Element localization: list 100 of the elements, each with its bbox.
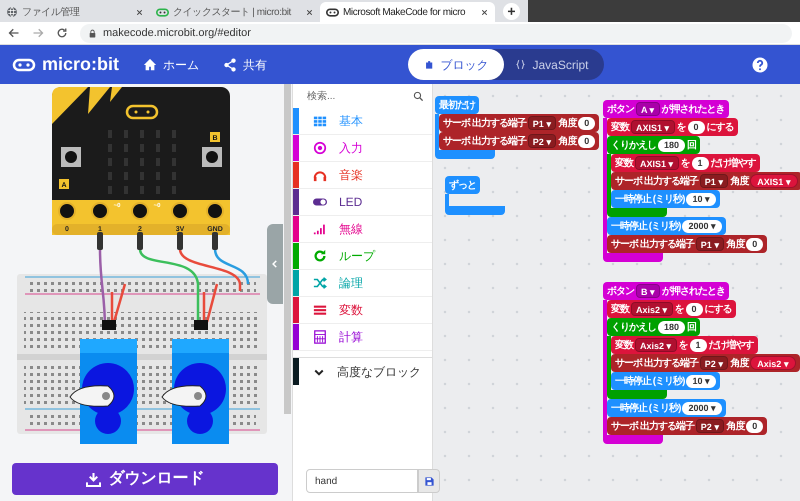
microbit-icon (326, 6, 339, 18)
number-input[interactable]: 0 (686, 302, 703, 316)
home-button[interactable]: ホーム (143, 56, 200, 74)
variable-block[interactable]: 変数 Axis2 ▾ を 0 にする (607, 300, 736, 318)
block-dropdown[interactable]: A ▾ (636, 102, 660, 116)
block-label: 変数 (615, 338, 633, 352)
new-tab-button[interactable]: + (503, 3, 520, 20)
toolbox-category[interactable]: 入力 (293, 135, 432, 162)
block-dropdown[interactable]: P1 ▾ (700, 174, 728, 188)
number-input[interactable]: 180 (658, 320, 686, 334)
number-input[interactable]: 0 (578, 134, 596, 148)
toolbox-category[interactable]: 無線 (293, 216, 432, 243)
number-input[interactable]: 0 (578, 116, 596, 130)
number-input[interactable]: 2000 ▾ (682, 402, 722, 414)
number-input[interactable]: 0 (746, 420, 764, 432)
repeat-block[interactable]: くりかえし 180 回 (607, 136, 700, 154)
loops-category-icon (313, 249, 327, 263)
servo-block[interactable]: サーボ 出力する端子 P1 ▾ 角度 AXIS1 ▾ (611, 172, 800, 190)
reload-icon[interactable] (56, 27, 68, 39)
advanced-blocks-toggle[interactable]: 高度なブロック (293, 357, 432, 385)
block-label: 変数 (611, 120, 629, 134)
block-arm (445, 194, 449, 206)
block-label: 一時停止 (ミリ秒) (611, 220, 680, 234)
block-dropdown[interactable]: AXIS1 ▾ (635, 156, 679, 170)
button-event-block[interactable]: ボタン A ▾ が押されたとき (603, 100, 729, 118)
block-label: にする (706, 120, 734, 134)
radio-category-icon (313, 222, 327, 236)
block-label: 角度 (558, 116, 576, 130)
block-label: にする (704, 302, 732, 316)
number-input[interactable]: 0 (688, 120, 705, 134)
block-label: 角度 (726, 419, 744, 434)
block-label: だけ増やす (710, 156, 756, 170)
close-icon[interactable] (135, 8, 144, 16)
servo-block[interactable]: サーボ 出力する端子 P2 ▾ 角度 Axis2 ▾ (611, 354, 800, 372)
address-field[interactable]: makecode.microbit.org/#editor (80, 24, 792, 42)
block-dropdown[interactable]: AXIS1 ▾ (631, 120, 675, 134)
search-icon[interactable] (413, 90, 424, 102)
number-input[interactable]: 10 ▾ (686, 192, 716, 206)
block-label: 変数 (611, 302, 629, 316)
editor-tab[interactable]: ブロック (408, 49, 504, 80)
close-icon[interactable] (480, 8, 489, 16)
help-icon[interactable] (752, 56, 768, 72)
block-dropdown[interactable]: P2 ▾ (700, 356, 728, 370)
toolbox-category[interactable]: 変数 (293, 297, 432, 324)
toolbox-category[interactable]: LED (293, 189, 432, 216)
number-input[interactable]: 1 (692, 156, 709, 170)
block-label: サーボ 出力する端子 (611, 238, 694, 252)
variable-block[interactable]: 変数 AXIS1 ▾ を 0 にする (607, 118, 738, 136)
repeat-block[interactable]: くりかえし 180 回 (607, 318, 700, 336)
block-label: 角度 (726, 237, 744, 252)
block-label: サーボ 出力する端子 (443, 134, 526, 148)
pause-block[interactable]: 一時停止 (ミリ秒) 10 ▾ (611, 372, 720, 390)
download-icon (86, 472, 100, 486)
scrollbar[interactable] (284, 84, 291, 414)
button-b-drawing[interactable] (202, 147, 222, 167)
block-footer (603, 253, 663, 262)
variables-category-icon (313, 303, 327, 317)
number-input[interactable]: 0 (746, 238, 764, 250)
logo-text[interactable]: micro:bit (42, 51, 120, 78)
toolbox-category[interactable]: 音楽 (293, 162, 432, 189)
block-dropdown[interactable]: P2 ▾ (528, 134, 556, 148)
button-a-drawing[interactable] (61, 147, 81, 167)
block-label: ずっと (449, 178, 476, 192)
block-dropdown[interactable]: Axis2 ▾ (635, 338, 677, 352)
block-dropdown[interactable]: Axis2 ▾ (631, 302, 673, 316)
servo-block[interactable]: サーボ 出力する端子 P2 ▾ 角度 0 (607, 417, 768, 435)
project-name-field[interactable]: hand (306, 469, 418, 493)
variable-reporter[interactable]: AXIS1 ▾ (750, 174, 798, 188)
pause-block[interactable]: 一時停止 (ミリ秒) 2000 ▾ (607, 399, 726, 417)
block-label: 角度 (730, 174, 748, 188)
save-button[interactable] (418, 469, 440, 493)
close-icon[interactable] (305, 8, 314, 16)
block-dropdown[interactable]: P1 ▾ (528, 116, 556, 130)
pause-block[interactable]: 一時停止 (ミリ秒) 2000 ▾ (607, 217, 726, 235)
number-input[interactable]: 180 (658, 138, 686, 152)
input-category-icon (313, 141, 327, 155)
editor-tab[interactable]: JavaScript (504, 49, 600, 80)
number-input[interactable]: 2000 ▾ (682, 220, 722, 232)
browser-tab[interactable]: Microsoft MakeCode for micro (320, 2, 495, 22)
servo-block[interactable]: サーボ 出力する端子 P1 ▾ 角度 0 (607, 235, 768, 253)
variable-block[interactable]: 変数 Axis2 ▾ を 1 だけ増やす (611, 336, 758, 354)
block-dropdown[interactable]: P1 ▾ (696, 237, 724, 251)
back-icon[interactable] (8, 27, 20, 39)
share-button[interactable]: 共有 (223, 56, 268, 74)
number-input[interactable]: 10 ▾ (686, 374, 716, 388)
block-label: を (676, 120, 686, 134)
block-dropdown[interactable]: P2 ▾ (696, 419, 724, 433)
pause-block[interactable]: 一時停止 (ミリ秒) 10 ▾ (611, 190, 720, 208)
toolbox-category[interactable]: 計算 (293, 324, 432, 351)
block-dropdown[interactable]: B ▾ (636, 284, 660, 298)
block-label: 一時停止 (ミリ秒) (611, 402, 680, 416)
button-event-block[interactable]: ボタン B ▾ が押されたとき (603, 282, 729, 300)
download-button[interactable]: ダウンロード (12, 463, 278, 495)
servo-block[interactable]: サーボ 出力する端子 P1 ▾ 角度 0 (439, 114, 600, 132)
search-field[interactable]: 検索... (307, 88, 413, 104)
number-input[interactable]: 1 (690, 338, 707, 352)
variable-reporter[interactable]: Axis2 ▾ (750, 356, 796, 370)
variable-block[interactable]: 変数 AXIS1 ▾ を 1 だけ増やす (611, 154, 760, 172)
block-label: ボタン (607, 102, 634, 116)
servo-block[interactable]: サーボ 出力する端子 P2 ▾ 角度 0 (439, 132, 600, 150)
